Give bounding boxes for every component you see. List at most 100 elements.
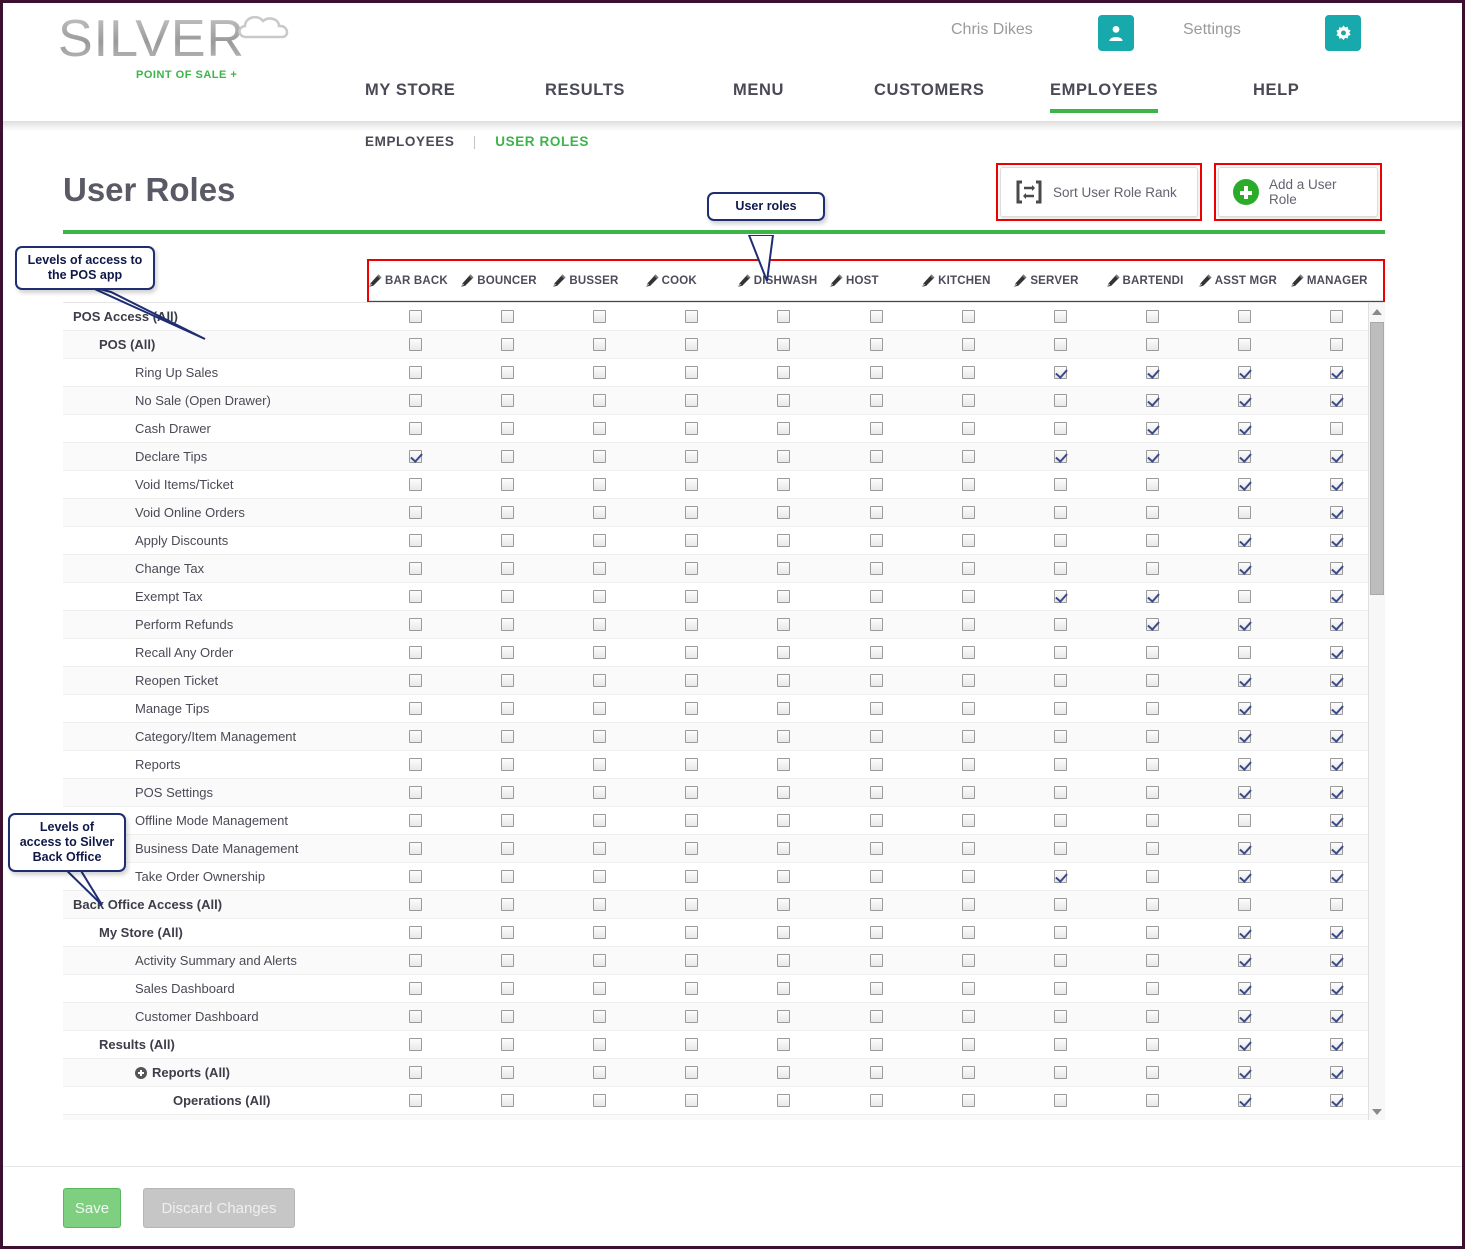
- permission-checkbox[interactable]: [1238, 562, 1252, 575]
- permission-checkbox[interactable]: [500, 618, 514, 631]
- permission-checkbox[interactable]: [408, 450, 422, 463]
- permission-checkbox[interactable]: [961, 1038, 975, 1051]
- permission-checkbox[interactable]: [500, 590, 514, 603]
- permission-checkbox[interactable]: [592, 366, 606, 379]
- permission-checkbox[interactable]: [408, 870, 422, 883]
- permission-checkbox[interactable]: [1053, 366, 1067, 379]
- breadcrumb-user-roles[interactable]: USER ROLES: [495, 134, 589, 149]
- permission-checkbox[interactable]: [1053, 786, 1067, 799]
- permission-checkbox[interactable]: [685, 758, 699, 771]
- permission-checkbox[interactable]: [1238, 1066, 1252, 1079]
- permission-checkbox[interactable]: [1053, 562, 1067, 575]
- permission-checkbox[interactable]: [1146, 674, 1160, 687]
- permission-checkbox[interactable]: [1330, 702, 1344, 715]
- permission-checkbox[interactable]: [869, 590, 883, 603]
- role-column-header-host[interactable]: HOST: [830, 274, 922, 287]
- permission-checkbox[interactable]: [777, 310, 791, 323]
- permission-checkbox[interactable]: [777, 730, 791, 743]
- permission-checkbox[interactable]: [408, 1038, 422, 1051]
- permission-checkbox[interactable]: [777, 1010, 791, 1023]
- permission-checkbox[interactable]: [1330, 926, 1344, 939]
- permission-checkbox[interactable]: [1146, 562, 1160, 575]
- permission-checkbox[interactable]: [685, 870, 699, 883]
- permission-checkbox[interactable]: [777, 926, 791, 939]
- permission-checkbox[interactable]: [685, 674, 699, 687]
- permission-checkbox[interactable]: [961, 1010, 975, 1023]
- permission-checkbox[interactable]: [408, 422, 422, 435]
- permission-checkbox[interactable]: [961, 926, 975, 939]
- permission-checkbox[interactable]: [1330, 786, 1344, 799]
- permission-checkbox[interactable]: [685, 786, 699, 799]
- permission-checkbox[interactable]: [1238, 534, 1252, 547]
- permission-checkbox[interactable]: [408, 618, 422, 631]
- permission-checkbox[interactable]: [1330, 1038, 1344, 1051]
- permission-checkbox[interactable]: [777, 478, 791, 491]
- permission-checkbox[interactable]: [1330, 422, 1344, 435]
- permission-checkbox[interactable]: [408, 338, 422, 351]
- permission-checkbox[interactable]: [685, 1010, 699, 1023]
- permission-checkbox[interactable]: [1238, 702, 1252, 715]
- permission-checkbox[interactable]: [592, 814, 606, 827]
- permission-checkbox[interactable]: [685, 842, 699, 855]
- role-column-header-busser[interactable]: BUSSER: [553, 274, 645, 287]
- permission-checkbox[interactable]: [1146, 646, 1160, 659]
- permission-checkbox[interactable]: [685, 618, 699, 631]
- permission-checkbox[interactable]: [1053, 674, 1067, 687]
- permission-checkbox[interactable]: [869, 898, 883, 911]
- permission-checkbox[interactable]: [869, 422, 883, 435]
- permission-checkbox[interactable]: [685, 338, 699, 351]
- permission-checkbox[interactable]: [592, 954, 606, 967]
- permission-checkbox[interactable]: [408, 842, 422, 855]
- permission-checkbox[interactable]: [777, 562, 791, 575]
- permission-checkbox[interactable]: [408, 506, 422, 519]
- permission-checkbox[interactable]: [869, 1038, 883, 1051]
- permission-checkbox[interactable]: [869, 534, 883, 547]
- permission-checkbox[interactable]: [592, 674, 606, 687]
- permission-checkbox[interactable]: [1053, 842, 1067, 855]
- permission-checkbox[interactable]: [869, 842, 883, 855]
- permission-checkbox[interactable]: [408, 534, 422, 547]
- permission-checkbox[interactable]: [408, 898, 422, 911]
- permission-checkbox[interactable]: [1330, 310, 1344, 323]
- permission-checkbox[interactable]: [1053, 618, 1067, 631]
- permission-checkbox[interactable]: [777, 982, 791, 995]
- permission-checkbox[interactable]: [685, 1094, 699, 1107]
- permission-checkbox[interactable]: [1053, 478, 1067, 491]
- permission-checkbox[interactable]: [869, 450, 883, 463]
- permission-checkbox[interactable]: [777, 422, 791, 435]
- permission-checkbox[interactable]: [500, 450, 514, 463]
- permission-checkbox[interactable]: [869, 310, 883, 323]
- permission-checkbox[interactable]: [500, 702, 514, 715]
- permission-checkbox[interactable]: [777, 758, 791, 771]
- permission-checkbox[interactable]: [1146, 926, 1160, 939]
- permission-checkbox[interactable]: [408, 366, 422, 379]
- permission-checkbox[interactable]: [592, 786, 606, 799]
- permission-checkbox[interactable]: [500, 730, 514, 743]
- permission-checkbox[interactable]: [1238, 870, 1252, 883]
- permission-checkbox[interactable]: [869, 730, 883, 743]
- permission-checkbox[interactable]: [685, 730, 699, 743]
- permission-checkbox[interactable]: [500, 646, 514, 659]
- permission-checkbox[interactable]: [777, 338, 791, 351]
- permission-checkbox[interactable]: [1146, 1094, 1160, 1107]
- permission-checkbox[interactable]: [592, 1038, 606, 1051]
- permission-checkbox[interactable]: [408, 1010, 422, 1023]
- permission-checkbox[interactable]: [1238, 394, 1252, 407]
- permission-checkbox[interactable]: [1146, 422, 1160, 435]
- permission-checkbox[interactable]: [961, 478, 975, 491]
- permission-checkbox[interactable]: [408, 310, 422, 323]
- permission-checkbox[interactable]: [961, 506, 975, 519]
- permission-checkbox[interactable]: [777, 534, 791, 547]
- permission-checkbox[interactable]: [1146, 786, 1160, 799]
- permission-checkbox[interactable]: [1146, 310, 1160, 323]
- permission-checkbox[interactable]: [869, 674, 883, 687]
- permission-checkbox[interactable]: [869, 814, 883, 827]
- permission-checkbox[interactable]: [1330, 562, 1344, 575]
- permission-checkbox[interactable]: [1053, 394, 1067, 407]
- permission-checkbox[interactable]: [1238, 814, 1252, 827]
- permission-checkbox[interactable]: [685, 366, 699, 379]
- permission-checkbox[interactable]: [777, 1038, 791, 1051]
- permission-checkbox[interactable]: [1330, 1010, 1344, 1023]
- permission-checkbox[interactable]: [961, 366, 975, 379]
- permission-checkbox[interactable]: [1053, 898, 1067, 911]
